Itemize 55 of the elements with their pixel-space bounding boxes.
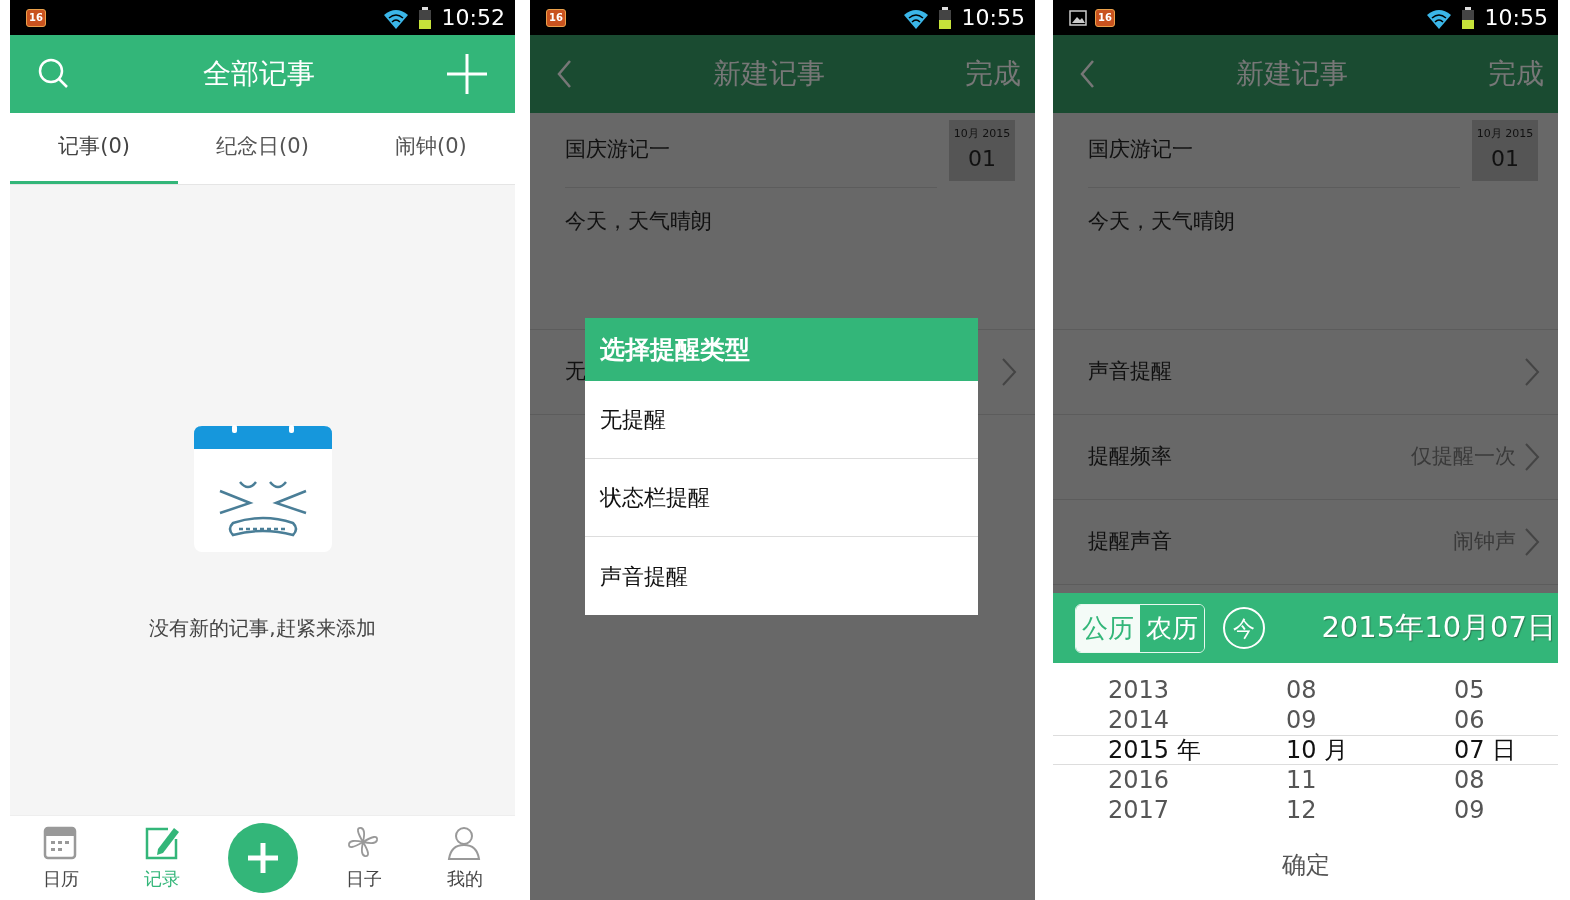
nav-tab[interactable]: 我的 <box>429 824 500 892</box>
back-icon[interactable] <box>556 59 572 89</box>
wheel-item[interactable]: 11 <box>1286 765 1454 795</box>
battery-icon <box>1460 6 1475 29</box>
plus-icon <box>245 841 280 875</box>
wheel-item[interactable]: 10 月 <box>1286 735 1454 765</box>
picker-date: 2015年10月07日 <box>1321 609 1557 647</box>
battery-icon <box>417 6 432 29</box>
note-title: 国庆游记一 <box>1088 113 1460 188</box>
calendar-icon <box>43 824 78 861</box>
plus-icon[interactable] <box>447 54 487 94</box>
wheel-item[interactable]: 12 <box>1286 795 1454 825</box>
nav-tab[interactable]: 日子 <box>328 824 399 892</box>
wheel-item[interactable]: 06 <box>1454 705 1558 735</box>
wheel-item[interactable]: 09 <box>1454 795 1558 825</box>
header-title: 新建记事 <box>1235 56 1348 92</box>
setting-label: 提醒频率 <box>1088 443 1173 471</box>
wheel-item[interactable]: 08 <box>1286 675 1454 705</box>
nav-tab[interactable]: 日历 <box>25 824 96 892</box>
setting-label: 提醒声音 <box>1088 528 1173 556</box>
back-icon[interactable] <box>1079 59 1095 89</box>
chevron-right-icon[interactable] <box>1524 357 1540 387</box>
date-day: 01 <box>968 142 996 176</box>
wheel-item[interactable]: 2016 <box>1108 765 1286 795</box>
chevron-right-icon[interactable] <box>1524 527 1540 557</box>
dialog-title: 选择提醒类型 <box>585 318 978 381</box>
confirm-button[interactable]: 确定 <box>1269 843 1342 887</box>
wheel-item[interactable]: 09 <box>1286 705 1454 735</box>
wheel-item[interactable]: 08 <box>1454 765 1558 795</box>
setting-label: 声音提醒 <box>1088 358 1173 386</box>
chevron-right-icon[interactable] <box>1001 357 1017 387</box>
header-title: 全部记事 <box>202 56 315 92</box>
wheel-item[interactable]: 05 <box>1454 675 1558 705</box>
note-body: 今天，天气晴朗 <box>1053 188 1558 330</box>
wheel-item[interactable]: 2014 <box>1108 705 1286 735</box>
wheel-item[interactable]: 07 日 <box>1454 735 1558 765</box>
wheel-item[interactable]: 2015 年 <box>1108 735 1286 765</box>
image-icon <box>1069 9 1087 26</box>
status-time: 10:55 <box>961 4 1025 32</box>
wheel-item[interactable]: 2013 <box>1108 675 1286 705</box>
empty-message: 没有新的记事,赶紧来添加 <box>149 615 376 642</box>
date-day: 01 <box>1491 142 1519 176</box>
wheel-item[interactable]: 2017 <box>1108 795 1286 825</box>
search-icon[interactable] <box>38 58 70 90</box>
setting-label: 无 <box>565 358 587 386</box>
app-badge-icon: 16 <box>546 8 566 27</box>
note-title: 国庆游记一 <box>565 113 937 188</box>
battery-icon <box>937 6 952 29</box>
chevron-right-icon[interactable] <box>1524 442 1540 472</box>
app-badge-icon: 16 <box>26 8 46 27</box>
person-icon <box>447 824 482 861</box>
status-time: 10:52 <box>441 4 505 32</box>
status-time: 10:55 <box>1484 4 1548 32</box>
header-title: 新建记事 <box>712 56 825 92</box>
app-badge-icon: 16 <box>1095 8 1115 27</box>
